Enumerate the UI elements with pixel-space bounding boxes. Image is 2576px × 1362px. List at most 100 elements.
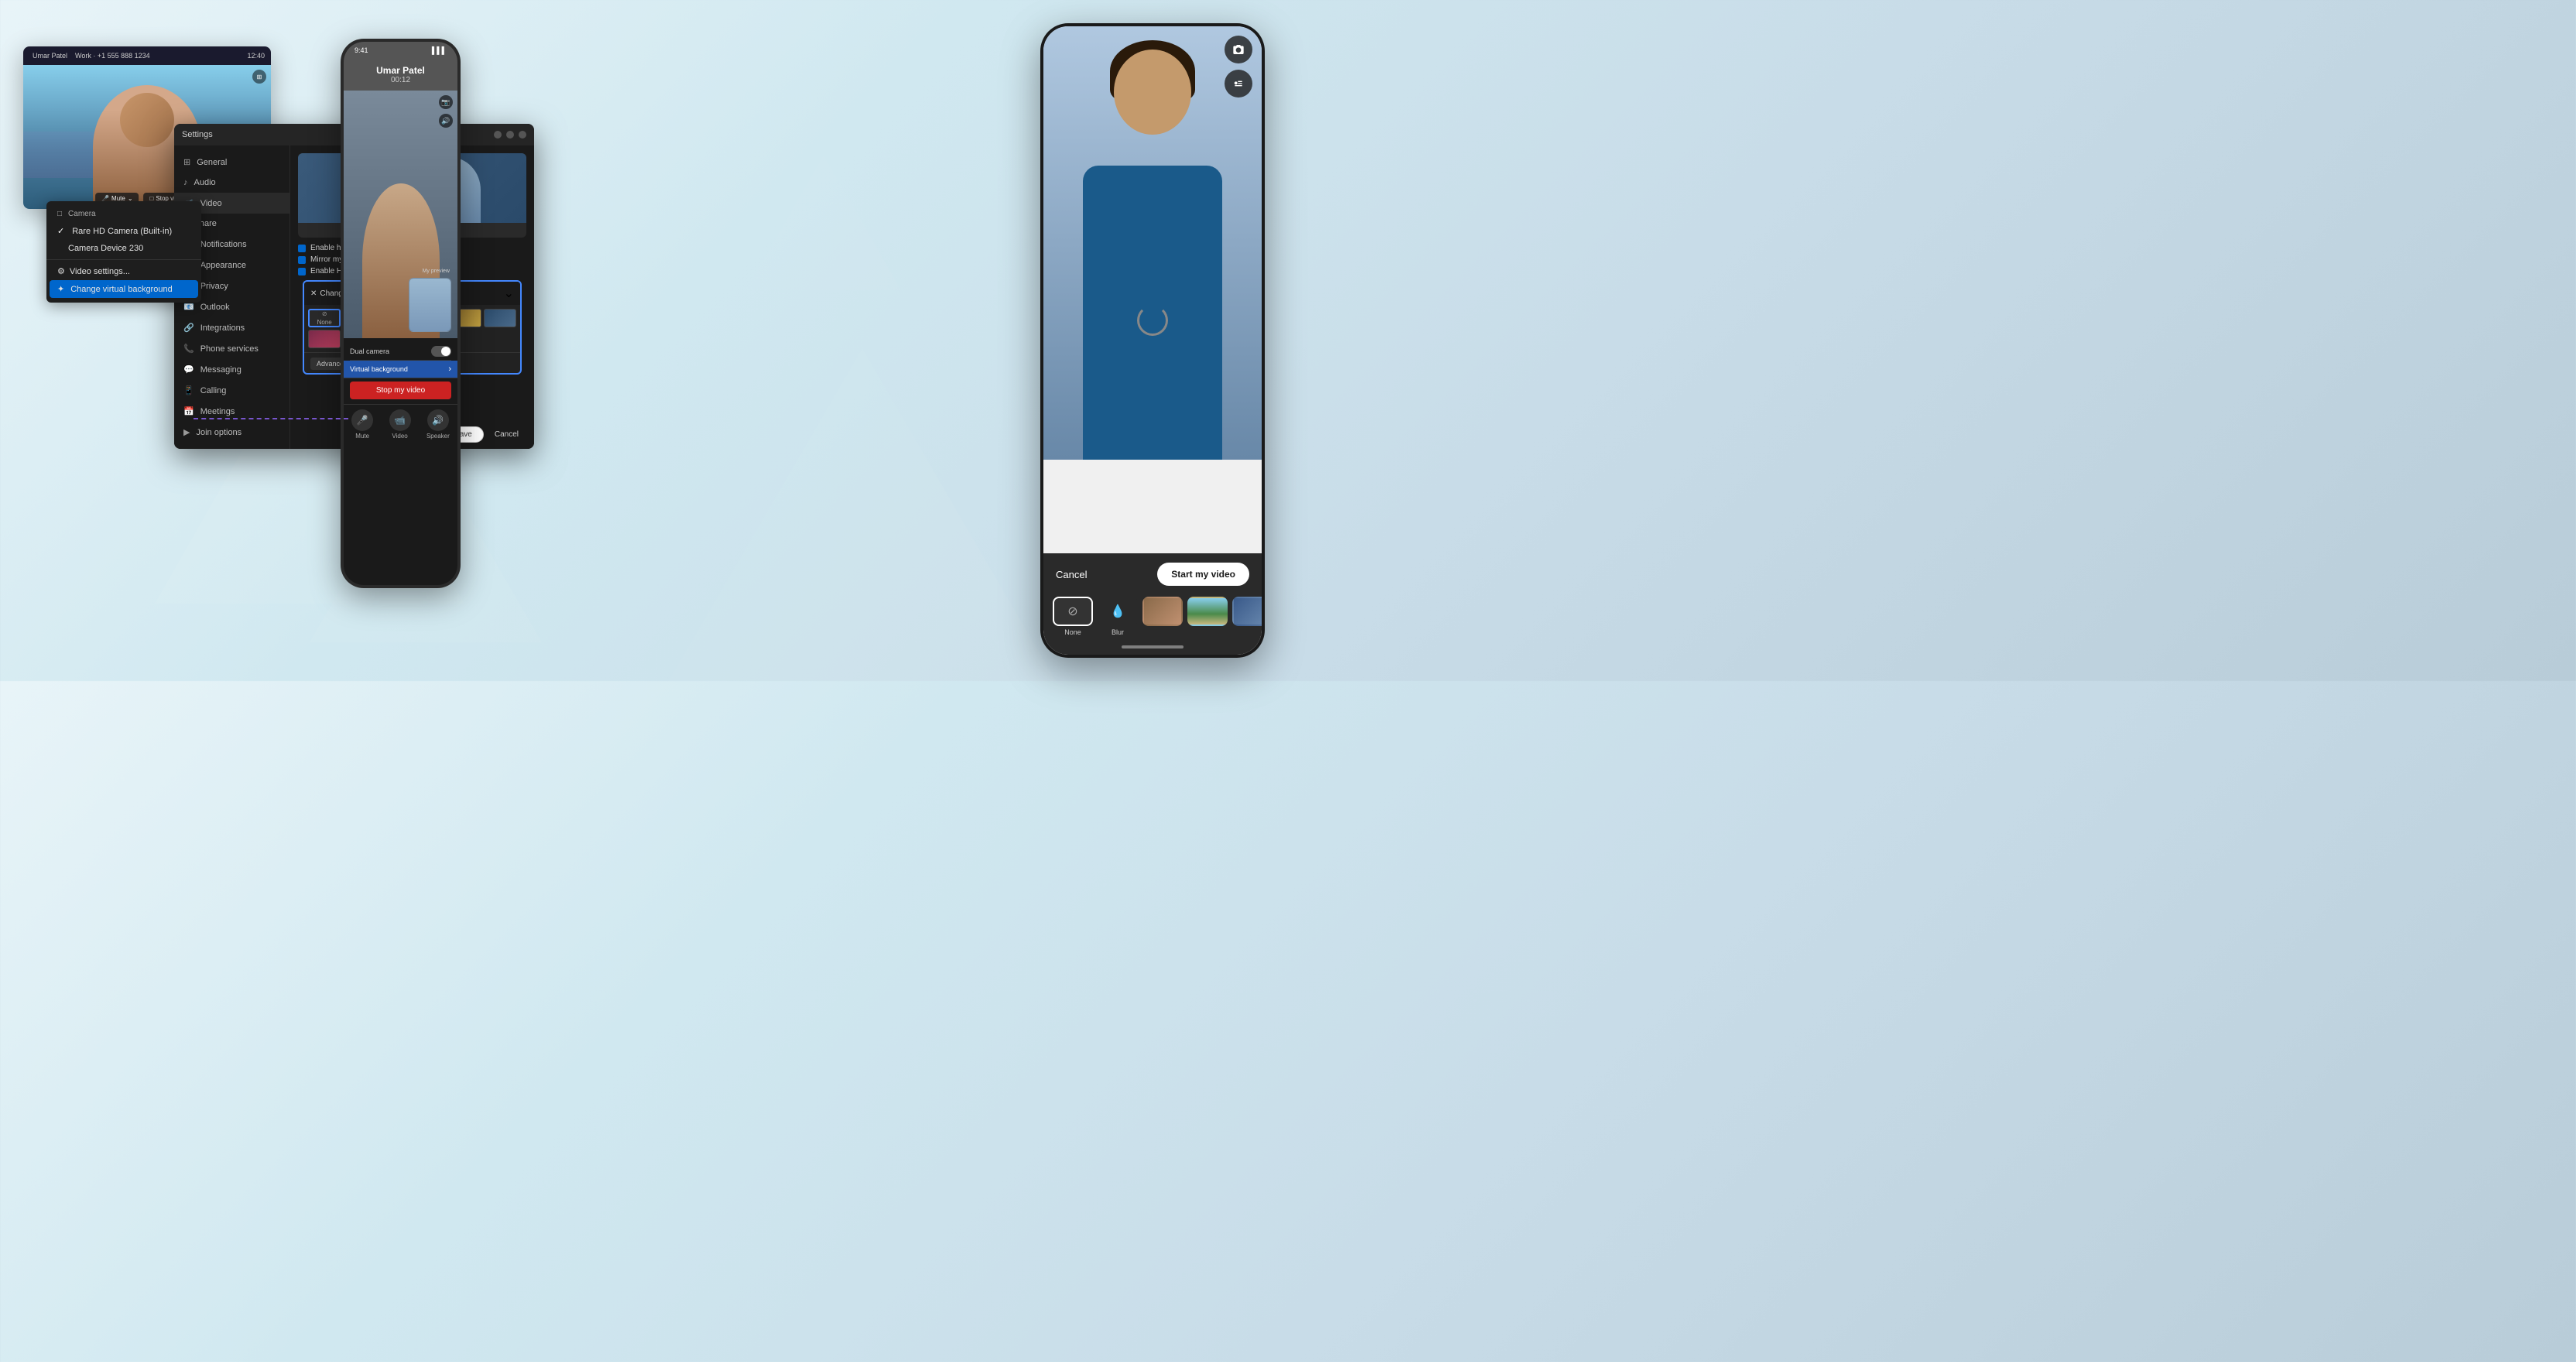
menu-divider <box>46 259 201 260</box>
status-time: 9:41 <box>355 46 368 54</box>
bg-none-thumb: ⊘ <box>1053 597 1093 626</box>
phone-video-area: 📷 🔊 My preview <box>344 91 457 338</box>
vbg-close-icon[interactable]: ✕ <box>310 289 317 298</box>
bg-blur-thumb: 💧 <box>1098 597 1138 626</box>
nav-audio[interactable]: ♪ Audio <box>174 173 289 193</box>
camera-option-builtin[interactable]: Rare HD Camera (Built-in) <box>46 222 201 240</box>
phone-camera-icon[interactable]: 📷 <box>439 95 453 109</box>
hardware-accel-checkbox[interactable] <box>298 245 306 252</box>
vbg-chevron-icon[interactable]: ⌄ <box>504 286 514 301</box>
status-icons: ▌▌▌ <box>432 46 447 54</box>
bg-sel-beach-item[interactable] <box>1187 597 1228 636</box>
expand-button[interactable]: ⊞ <box>252 70 266 84</box>
bg-more-thumb <box>1232 597 1262 626</box>
home-indicator <box>1122 645 1184 648</box>
caller-name: Umar Patel <box>33 52 67 60</box>
large-phone-video <box>1043 26 1262 460</box>
nav-integrations[interactable]: 🔗 Integrations <box>174 317 289 338</box>
mute-control[interactable]: 🎤 Mute <box>351 409 373 440</box>
vbg-bg-mountain2[interactable] <box>308 330 341 348</box>
cancel-start-row: Cancel Start my video <box>1043 553 1262 592</box>
mute-icon: 🎤 <box>351 409 373 431</box>
nav-messaging[interactable]: 💬 Messaging <box>174 359 289 380</box>
nav-general[interactable]: ⊞ General <box>174 152 289 173</box>
phone-small: 9:41 ▌▌▌ Umar Patel 00:12 📷 🔊 My preview… <box>341 39 461 588</box>
join-options-icon: ▶ <box>183 427 190 437</box>
audio-icon: ♪ <box>183 178 188 187</box>
camera-menu: □ Camera Rare HD Camera (Built-in) Camer… <box>46 201 201 303</box>
none-circle-icon: ⊘ <box>1067 604 1077 619</box>
phone-bottom-controls: 🎤 Mute 📹 Video 🔊 Speaker <box>344 404 457 443</box>
window-buttons <box>494 131 526 139</box>
self-preview <box>409 278 451 332</box>
meetings-icon: 📅 <box>183 406 194 416</box>
bg-sel-more-item[interactable] <box>1232 597 1262 636</box>
blur-drop-icon: 💧 <box>1110 604 1125 619</box>
person-head <box>120 93 174 147</box>
desktop-section: Umar Patel Work · +1 555 888 1234 12:40 … <box>23 46 550 635</box>
camera-option-230[interactable]: Camera Device 230 <box>46 240 201 257</box>
video-titlebar: Umar Patel Work · +1 555 888 1234 12:40 <box>23 46 271 65</box>
large-phone-bottom: Cancel Start my video ⊘ None 💧 <box>1043 553 1262 655</box>
mirror-video-checkbox[interactable] <box>298 256 306 264</box>
calling-icon: 📱 <box>183 385 194 395</box>
speaker-icon: 🔊 <box>427 409 449 431</box>
virtual-bg-arrow: › <box>448 364 451 374</box>
vbg-none-item[interactable]: ⊘ None <box>308 309 341 327</box>
nav-calling[interactable]: 📱 Calling <box>174 380 289 401</box>
virtual-bg-row[interactable]: Virtual background › <box>344 361 457 378</box>
caller-phone: Work · +1 555 888 1234 <box>75 52 150 60</box>
bg-sel-room-item[interactable] <box>1142 597 1183 636</box>
cancel-button-large[interactable]: Cancel <box>1056 569 1087 580</box>
change-virtual-bg-option[interactable]: ✦ Change virtual background <box>50 280 198 298</box>
phone-small-screen: 9:41 ▌▌▌ Umar Patel 00:12 📷 🔊 My preview… <box>344 42 457 585</box>
phone-controls-panel: Dual camera Virtual background › Stop my… <box>344 338 457 404</box>
cancel-button[interactable]: Cancel <box>488 426 525 443</box>
bg-sel-blur-item[interactable]: 💧 Blur <box>1098 597 1138 636</box>
outlook-icon: 📧 <box>183 302 194 312</box>
camera-menu-header: □ Camera <box>46 206 201 222</box>
video-control[interactable]: 📹 Video <box>389 409 411 440</box>
nav-devices[interactable]: 💻 Devices <box>174 443 289 449</box>
connection-line <box>194 418 348 419</box>
video-icon: 📹 <box>389 409 411 431</box>
none-icon: ⊘ <box>322 310 327 317</box>
settings-title: Settings <box>182 130 213 139</box>
dual-camera-toggle[interactable] <box>431 346 451 357</box>
nav-phone-services[interactable]: 📞 Phone services <box>174 338 289 359</box>
call-header: Umar Patel 00:12 <box>344 59 457 91</box>
effects-button[interactable] <box>1225 70 1252 98</box>
enable-hd-checkbox[interactable] <box>298 268 306 275</box>
preview-label: My preview <box>423 262 450 276</box>
video-settings-option[interactable]: ⚙ Video settings... <box>46 262 201 280</box>
maximize-button[interactable] <box>506 131 514 139</box>
general-icon: ⊞ <box>183 157 190 167</box>
stethoscope-icon <box>1137 305 1168 336</box>
stop-video-button[interactable]: Stop my video <box>350 382 451 399</box>
call-time: 12:40 <box>247 52 265 60</box>
virtual-bg-label: Virtual background <box>350 365 408 373</box>
bg-sel-none-item[interactable]: ⊘ None <box>1053 597 1093 636</box>
camera-switch-button[interactable] <box>1225 36 1252 63</box>
person-face <box>1114 50 1191 135</box>
large-phone-top-buttons <box>1225 36 1252 98</box>
dual-camera-row: Dual camera <box>350 343 451 361</box>
bg-beach-thumb <box>1187 597 1228 626</box>
start-video-button[interactable]: Start my video <box>1157 563 1249 586</box>
toggle-knob <box>441 347 450 356</box>
phone-large: Cancel Start my video ⊘ None 💧 <box>1040 23 1265 658</box>
nav-join-options[interactable]: ▶ Join options <box>174 422 289 443</box>
speaker-control[interactable]: 🔊 Speaker <box>426 409 450 440</box>
close-button[interactable] <box>519 131 526 139</box>
phone-large-screen: Cancel Start my video ⊘ None 💧 <box>1043 26 1262 655</box>
phone-sound-icon[interactable]: 🔊 <box>439 114 453 128</box>
dual-camera-label: Dual camera <box>350 347 389 355</box>
bg-shape-4 <box>746 155 901 290</box>
bg-room-thumb <box>1142 597 1183 626</box>
bg-selector-row: ⊘ None 💧 Blur <box>1043 592 1262 645</box>
vbg-bg-mountain[interactable] <box>484 309 516 327</box>
devices-icon: 💻 <box>183 448 194 449</box>
minimize-button[interactable] <box>494 131 502 139</box>
phone-services-icon: 📞 <box>183 344 194 354</box>
bg-shape-3 <box>669 348 1056 681</box>
